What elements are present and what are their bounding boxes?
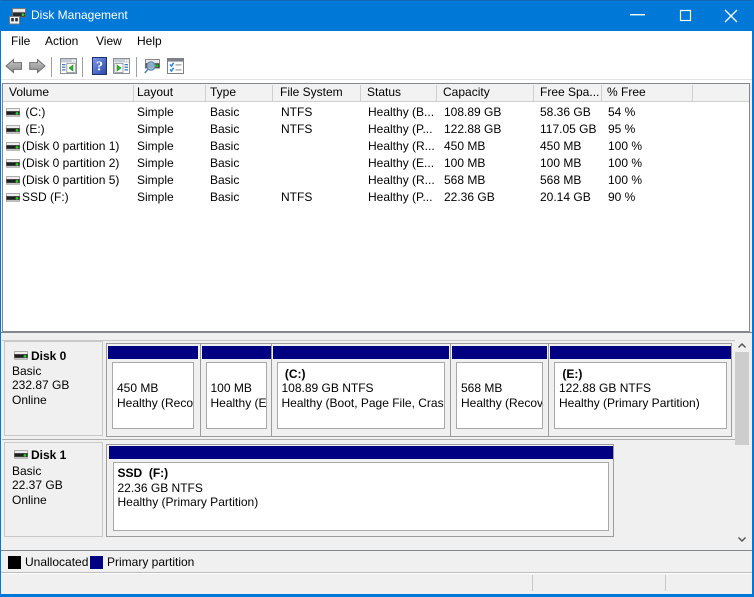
svg-text:?: ? bbox=[96, 60, 103, 75]
